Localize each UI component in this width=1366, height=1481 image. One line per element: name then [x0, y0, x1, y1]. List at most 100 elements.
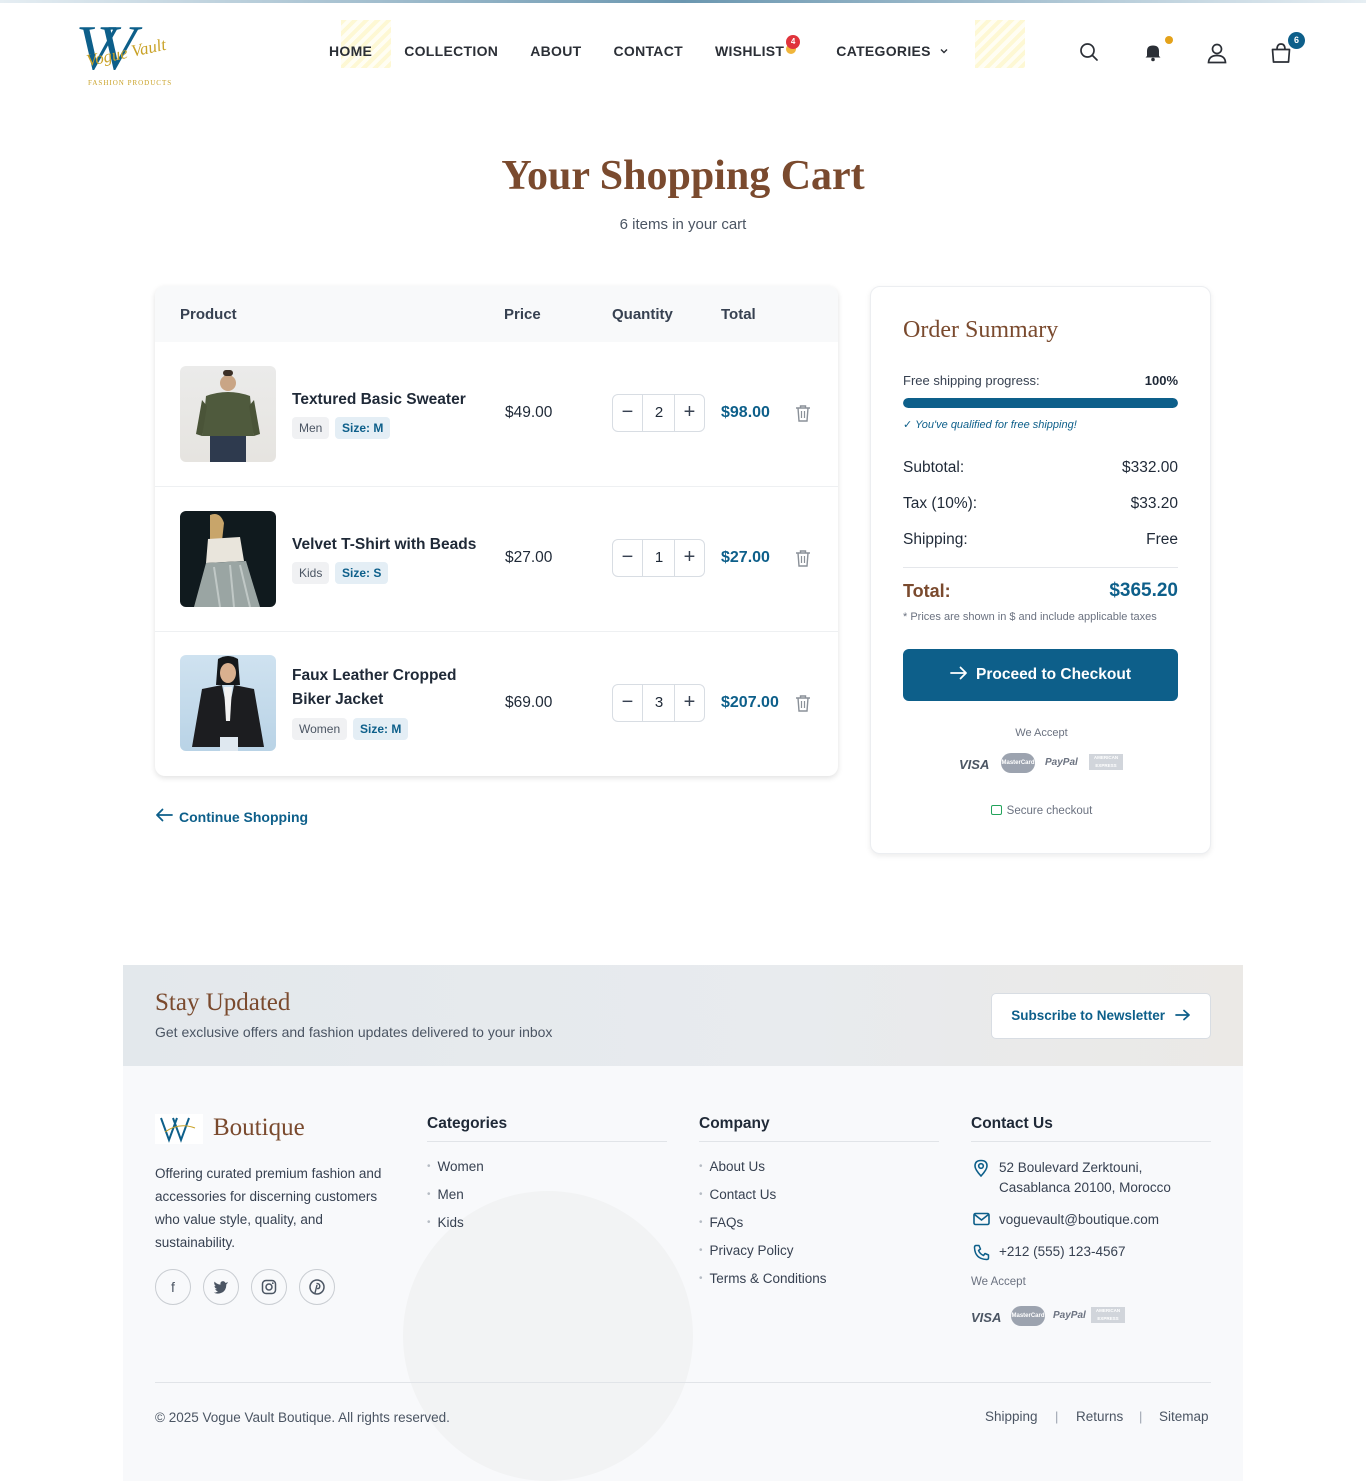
footer-link-about[interactable]: About Us [699, 1159, 766, 1174]
logo-tagline: FASHION PRODUCTS [88, 79, 173, 87]
product-image[interactable] [180, 366, 276, 462]
trash-icon[interactable] [795, 404, 811, 422]
footer-link-women[interactable]: Women [427, 1159, 484, 1174]
proceed-to-checkout-button[interactable]: Proceed to Checkout [903, 649, 1178, 701]
unit-price: $27.00 [505, 549, 553, 566]
footer-link-kids[interactable]: Kids [427, 1215, 464, 1230]
footer-link-terms[interactable]: Terms & Conditions [699, 1271, 827, 1286]
product-name[interactable]: Textured Basic Sweater [292, 388, 477, 412]
brand-logo[interactable]: VV Vogue Vault FASHION PRODUCTS [76, 12, 188, 91]
product-image[interactable] [180, 511, 276, 607]
copyright: © 2025 Vogue Vault Boutique. All rights … [155, 1410, 450, 1425]
line-total: $207.00 [721, 694, 779, 711]
nav-home[interactable]: HOME [329, 43, 372, 59]
column-header-price: Price [504, 306, 541, 323]
subscribe-newsletter-button[interactable]: Subscribe to Newsletter [991, 993, 1211, 1039]
secure-checkout-note: Secure checkout [871, 805, 1212, 817]
user-icon[interactable] [1205, 41, 1229, 65]
unit-price: $69.00 [505, 694, 553, 711]
amex-icon: AMERICAN EXPRESS [1091, 1307, 1125, 1323]
cart-table: Product Price Quantity Total Textured Ba… [155, 286, 838, 776]
decrease-quantity-button[interactable]: − [613, 395, 643, 431]
product-name[interactable]: Velvet T-Shirt with Beads [292, 533, 477, 557]
continue-shopping-link[interactable]: Continue Shopping [155, 808, 308, 825]
order-summary: Order Summary Free shipping progress: 10… [870, 286, 1211, 854]
increase-quantity-button[interactable]: + [674, 685, 704, 721]
tax-value: $33.20 [1130, 495, 1178, 512]
nav-categories[interactable]: CATEGORIES [836, 43, 949, 59]
continue-shopping-label: Continue Shopping [179, 809, 309, 825]
footer-link-faqs[interactable]: FAQs [699, 1215, 744, 1230]
category-tag: Men [292, 417, 330, 439]
product-name[interactable]: Faux Leather Cropped Biker Jacket [292, 664, 477, 712]
product-image[interactable] [180, 655, 276, 751]
payment-methods: VISA MasterCard PayPal AMERICAN EXPRESS [959, 753, 1129, 775]
contact-phone[interactable]: +212 (555) 123-4567 [999, 1242, 1125, 1262]
subtotal-label: Subtotal: [903, 459, 965, 476]
contact-email[interactable]: voguevault@boutique.com [999, 1210, 1159, 1230]
facebook-icon[interactable]: f [155, 1269, 191, 1305]
arrow-right-icon [950, 666, 967, 680]
nav-categories-label: CATEGORIES [836, 43, 931, 59]
paypal-icon: PayPal [1045, 757, 1078, 768]
summary-divider [903, 567, 1178, 568]
footer-link-sitemap[interactable]: Sitemap [1159, 1409, 1209, 1424]
visa-icon: VISA [971, 1310, 1002, 1325]
shipping-value: Free [1146, 531, 1178, 548]
footer-bottom-divider [155, 1382, 1211, 1383]
quantity-value[interactable]: 1 [644, 540, 674, 576]
footer-link-contact[interactable]: Contact Us [699, 1187, 777, 1202]
total-label: Total: [903, 581, 951, 601]
nav-about[interactable]: ABOUT [530, 43, 581, 59]
nav-collection[interactable]: COLLECTION [404, 43, 498, 59]
instagram-icon[interactable] [251, 1269, 287, 1305]
bell-icon[interactable] [1142, 41, 1166, 65]
pinterest-icon[interactable] [299, 1269, 335, 1305]
cart-table-header: Product Price Quantity Total [155, 286, 838, 342]
subtotal-value: $332.00 [1121, 459, 1178, 476]
footer-link-men[interactable]: Men [427, 1187, 464, 1202]
chevron-down-icon [940, 49, 948, 54]
decrease-quantity-button[interactable]: − [613, 540, 643, 576]
shipping-line: Shipping: Free [903, 531, 1178, 549]
footer-logo[interactable] [155, 1114, 203, 1144]
nav-wishlist-label: WISHLIST [714, 43, 785, 59]
category-tag: Kids [292, 562, 330, 584]
increase-quantity-button[interactable]: + [674, 540, 704, 576]
subscribe-label: Subscribe to Newsletter [1011, 1008, 1166, 1023]
twitter-icon[interactable] [203, 1269, 239, 1305]
shipping-progress-fill [903, 398, 1178, 408]
trash-icon[interactable] [795, 694, 811, 712]
quantity-stepper: − 3 + [612, 684, 705, 722]
increase-quantity-button[interactable]: + [674, 395, 704, 431]
main-nav: HOME COLLECTION ABOUT CONTACT WISHLIST 4… [329, 35, 981, 59]
footer-link-returns[interactable]: Returns [1076, 1409, 1123, 1424]
nav-wishlist[interactable]: WISHLIST 4 [714, 35, 801, 59]
notification-dot [1165, 36, 1173, 44]
site-footer: Boutique Offering curated premium fashio… [123, 1066, 1243, 1481]
footer-link-privacy[interactable]: Privacy Policy [699, 1243, 794, 1258]
size-tag: Size: S [335, 562, 389, 584]
column-header-quantity: Quantity [612, 306, 673, 323]
phone-icon [973, 1244, 990, 1261]
newsletter-banner: Stay Updated Get exclusive offers and fa… [123, 965, 1243, 1066]
footer-we-accept: We Accept [971, 1276, 1026, 1288]
quantity-stepper: − 2 + [612, 394, 705, 432]
decrease-quantity-button[interactable]: − [613, 685, 643, 721]
footer-categories-title: Categories [427, 1115, 508, 1132]
quantity-value[interactable]: 3 [644, 685, 674, 721]
quantity-value[interactable]: 2 [644, 395, 674, 431]
footer-link-shipping[interactable]: Shipping [985, 1409, 1038, 1424]
tax-label: Tax (10%): [903, 495, 978, 512]
order-summary-title: Order Summary [903, 317, 1059, 343]
nav-contact[interactable]: CONTACT [613, 43, 683, 59]
column-header-total: Total [721, 306, 756, 323]
map-pin-icon [973, 1159, 989, 1178]
amex-icon: AMERICAN EXPRESS [1089, 754, 1123, 770]
search-icon[interactable] [1078, 41, 1102, 65]
arrow-right-icon [1174, 1009, 1190, 1021]
footer-brand-name: Boutique [213, 1114, 305, 1141]
trash-icon[interactable] [795, 549, 811, 567]
quantity-stepper: − 1 + [612, 539, 705, 577]
page-title: Your Shopping Cart [501, 153, 865, 199]
